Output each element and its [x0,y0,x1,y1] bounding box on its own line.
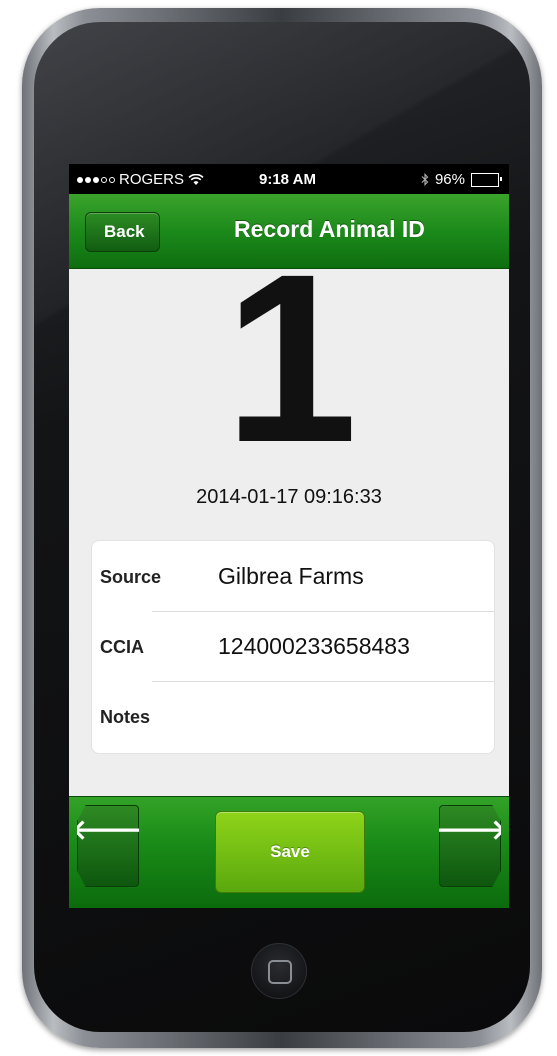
source-label: Source [100,567,162,587]
previous-button[interactable]: 🡐 [77,805,139,887]
app-screen: ROGERS 9:18 AM 96% Back Record Animal ID… [69,164,509,908]
ccia-value[interactable]: 124000233658483 [218,633,410,660]
wifi-icon [188,173,204,185]
carrier-name: ROGERS [119,171,185,188]
status-time: 9:18 AM [259,171,316,188]
home-square-icon [268,960,292,984]
status-bar: ROGERS 9:18 AM 96% [69,164,509,194]
bottom-toolbar: 🡐 Save 🡒 [69,796,509,908]
battery-percent: 96% [434,171,465,188]
record-timestamp: 2014-01-17 09:16:33 [196,486,382,508]
arrow-right-icon: 🡒 [432,814,508,845]
signal-strength-icon [77,176,115,183]
next-button[interactable]: 🡒 [439,805,501,887]
arrow-left-icon: 🡐 [70,814,146,845]
form-row-ccia[interactable]: CCIA 124000233658483 [92,611,494,681]
status-right: 96% [421,171,502,188]
ccia-label: CCIA [100,637,144,657]
carrier-signal: ROGERS [77,171,204,188]
bluetooth-icon [421,173,429,186]
notes-label: Notes [100,707,151,727]
form-row-notes[interactable]: Notes [92,681,494,751]
source-value[interactable]: Gilbrea Farms [218,563,364,590]
form-row-source[interactable]: Source Gilbrea Farms [92,541,494,611]
record-form: Source Gilbrea Farms CCIA 12400023365848… [91,540,495,754]
battery-icon [471,172,502,187]
animal-record-number: 1 [224,224,357,492]
save-button[interactable]: Save [215,811,365,893]
home-button[interactable] [251,943,307,999]
